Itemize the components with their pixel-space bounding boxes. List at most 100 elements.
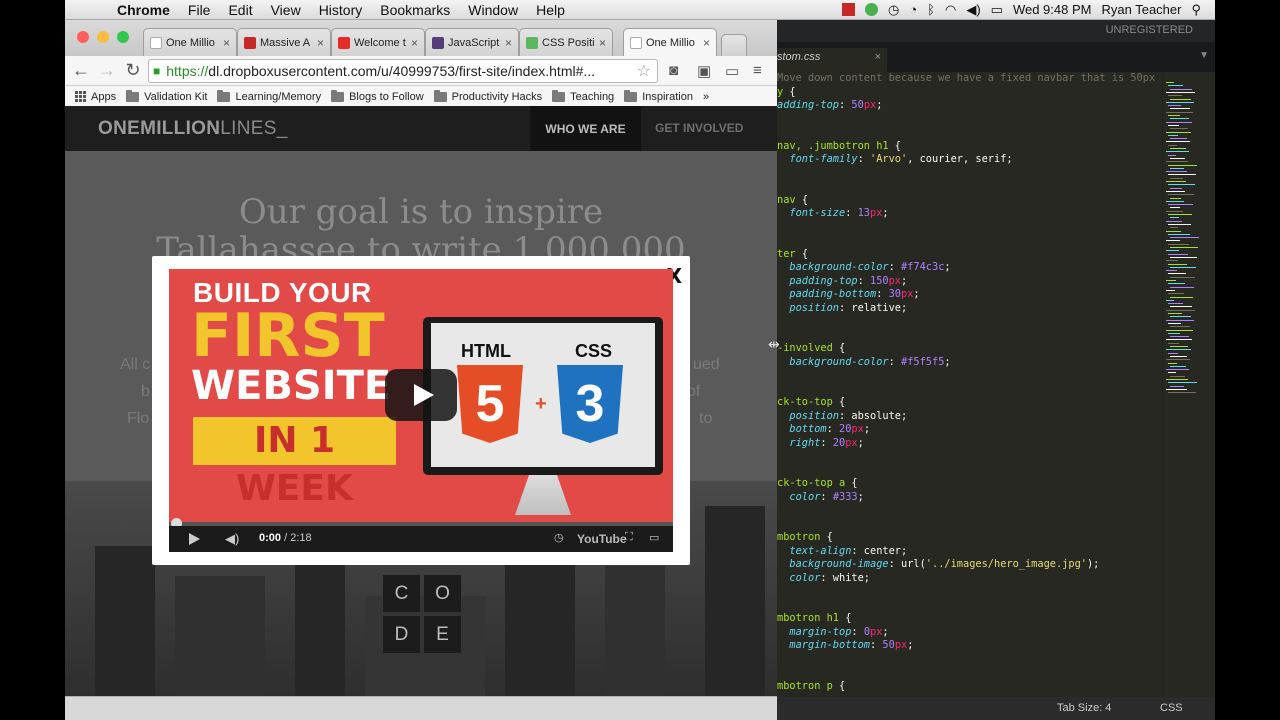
youtube-logo[interactable]: YouTube (577, 532, 627, 546)
minimap-line (1170, 128, 1188, 130)
tab-1[interactable]: One Millio × (143, 28, 237, 56)
menu-file[interactable]: File (188, 2, 211, 18)
youtube-video-player[interactable]: BUILD YOUR FIRST WEBSITE IN 1 WEEK HTML … (169, 269, 673, 552)
cast-icon[interactable]: ▭ (725, 62, 739, 80)
tab-2[interactable]: Massive A × (237, 28, 331, 56)
minimap-line (1166, 270, 1177, 272)
menu-view[interactable]: View (271, 2, 301, 18)
minimap-line (1168, 243, 1189, 245)
minimap-line (1166, 260, 1178, 262)
minimap-line (1170, 88, 1192, 90)
minimap-line (1168, 382, 1197, 384)
battery-icon[interactable]: ▭ (991, 2, 1003, 18)
bookmark-apps[interactable]: Apps (75, 91, 116, 103)
bookmark-folder[interactable]: Teaching (552, 89, 614, 103)
minimap-line (1166, 280, 1176, 281)
menu-help[interactable]: Help (536, 2, 565, 18)
minimap-line (1168, 134, 1178, 136)
menu-window[interactable]: Window (468, 2, 518, 18)
extension-glasses-icon[interactable]: ◙ (669, 62, 678, 79)
reload-icon[interactable]: ↻ (120, 60, 146, 81)
clock-icon[interactable]: ◔ (909, 2, 917, 17)
watch-later-icon[interactable]: ◷ (554, 531, 564, 544)
volume-icon[interactable]: ◀) (966, 2, 980, 18)
minimap-line (1166, 309, 1195, 311)
address-bar[interactable]: ■ https:// dl.dropboxusercontent.com/u/4… (148, 59, 658, 83)
app-menu[interactable]: Chrome (117, 2, 170, 18)
minimap-line (1168, 184, 1195, 186)
wifi-icon[interactable]: ◠ (945, 2, 956, 18)
minimap-line (1170, 247, 1198, 248)
nav-who-we-are[interactable]: WHO WE ARE (530, 106, 641, 151)
code-line: y { (777, 85, 796, 98)
file-tab[interactable]: stom.css × (777, 48, 887, 72)
play-icon[interactable] (189, 533, 200, 545)
code-area[interactable]: Move down content because we have a fixe… (777, 72, 1162, 700)
menu-history[interactable]: History (319, 2, 363, 18)
play-overlay-button[interactable] (385, 369, 457, 421)
tab-close-icon[interactable]: × (317, 36, 324, 50)
tab-close-icon[interactable]: × (703, 36, 710, 50)
cast-icon[interactable]: ▭ (649, 531, 659, 544)
menu-edit[interactable]: Edit (228, 2, 252, 18)
tab-6-active[interactable]: One Millio × (623, 28, 717, 56)
minimap-line (1166, 200, 1184, 202)
css-label: CSS (575, 341, 613, 361)
tab-3[interactable]: Welcome t × (331, 28, 425, 56)
code-line: font-size: 13px; (777, 207, 889, 219)
syntax-selector[interactable]: CSS (1160, 702, 1183, 714)
back-icon[interactable]: ← (68, 60, 94, 81)
minimap-line (1166, 101, 1194, 103)
sync-icon[interactable] (864, 3, 878, 16)
bookmarks-overflow[interactable]: » (703, 91, 709, 103)
minimap-line (1166, 230, 1181, 232)
minimize-window-button[interactable] (97, 31, 109, 43)
tab-5[interactable]: CSS Positio × (519, 28, 613, 56)
minimap-line (1166, 190, 1185, 192)
code-line: background-image: url('../images/hero_im… (777, 558, 1100, 570)
bookmark-folder[interactable]: Productivity Hacks (433, 89, 542, 103)
minimap[interactable] (1162, 72, 1215, 700)
minimap-line (1168, 322, 1181, 324)
new-tab-button[interactable] (721, 34, 747, 56)
code-line: position: absolute; (777, 409, 908, 422)
tab-close-icon[interactable]: × (411, 36, 418, 50)
close-window-button[interactable] (77, 31, 89, 43)
bookmark-folder[interactable]: Learning/Memory (217, 89, 321, 103)
volume-icon[interactable]: ◀) (225, 531, 239, 547)
tab-4[interactable]: JavaScript × (425, 28, 519, 56)
extension-window-icon[interactable]: ▣ (697, 62, 711, 80)
menu-bookmarks[interactable]: Bookmarks (380, 2, 450, 18)
bluetooth-icon[interactable]: ᛒ (927, 2, 935, 17)
nav-get-involved[interactable]: GET INVOLVED (655, 121, 743, 135)
minimap-line (1170, 157, 1185, 159)
forward-icon[interactable]: → (94, 60, 120, 81)
menubar-clock[interactable]: Wed 9:48 PM (1013, 2, 1092, 17)
record-icon[interactable] (841, 3, 855, 16)
minimap-line (1168, 115, 1180, 116)
bookmark-folder[interactable]: Validation Kit (126, 89, 207, 103)
code-line: margin-top: 0px; (777, 625, 889, 638)
minimap-line (1166, 329, 1193, 331)
zoom-window-button[interactable] (117, 31, 129, 43)
tab-size-selector[interactable]: Tab Size: 4 (1057, 702, 1111, 714)
time-machine-icon[interactable]: ◷ (888, 2, 899, 18)
user-name[interactable]: Ryan Teacher (1101, 2, 1181, 17)
tab-list-icon[interactable]: ▼ (1199, 50, 1209, 61)
minimap-line (1166, 220, 1182, 222)
spotlight-icon[interactable]: ⚲ (1191, 2, 1201, 18)
folder-icon (331, 89, 345, 102)
code-line: font-family: 'Arvo', courier, serif; (777, 153, 1013, 165)
bookmark-folder[interactable]: Inspiration (624, 89, 693, 103)
minimap-line (1166, 250, 1179, 252)
site-logo[interactable]: ONEMILLIONLINES_ (98, 118, 288, 140)
fullscreen-icon[interactable]: ⛶ (625, 531, 633, 544)
tab-close-icon[interactable]: × (875, 51, 881, 63)
chrome-menu-icon[interactable]: ≡ (753, 62, 762, 79)
tab-close-icon[interactable]: × (505, 36, 512, 50)
tab-close-icon[interactable]: × (599, 36, 606, 50)
tab-close-icon[interactable]: × (223, 36, 230, 50)
bookmark-folder[interactable]: Blogs to Follow (331, 89, 424, 103)
bookmark-star-icon[interactable]: ☆ (637, 61, 651, 81)
